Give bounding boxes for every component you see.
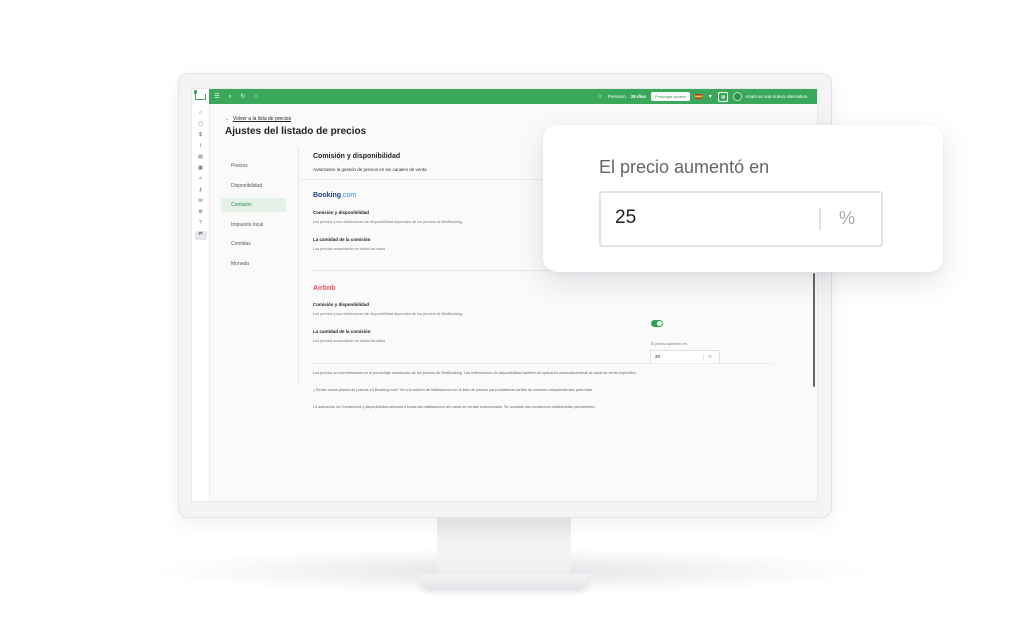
airbnb-row1-title: Comisión y disponibilidad: [313, 302, 370, 307]
airbnb-row2-title: La cantidad de la comisión: [313, 329, 371, 334]
grid-icon[interactable]: ▦: [197, 165, 204, 172]
booking-row1-title: Comisión y disponibilidad: [313, 210, 370, 215]
user-name: Anaïs es una nueva alternativa: [745, 94, 807, 99]
input-separator: [703, 354, 704, 360]
gear-icon[interactable]: ⚙: [197, 209, 204, 216]
user-menu[interactable]: Anaïs es una nueva alternativa: [733, 92, 807, 101]
note-3: La activación de Comisiones y disponibil…: [313, 405, 596, 409]
chevron-down-icon[interactable]: ▾: [707, 94, 713, 100]
zoom-input-value: 25: [615, 207, 637, 228]
scrollbar[interactable]: [813, 273, 815, 387]
help-icon[interactable]: ?: [197, 220, 204, 227]
spain-flag-icon[interactable]: [695, 94, 703, 99]
side-rail: ☆ ▢ $ ⌇ ▤ ▦ ✧ ⚷ ✉ ⚙ ? ⇄: [192, 104, 210, 501]
star-outline-icon[interactable]: ✧: [197, 176, 204, 183]
note-2: ¿Tienes varios planes de precios en Book…: [313, 388, 593, 392]
home-icon[interactable]: ⌂: [253, 94, 259, 100]
arrow-left-icon: ←: [225, 116, 230, 122]
zoom-callout-card: El precio aumentó en 25 %: [543, 125, 943, 272]
note-1: Los precios se incrementarán en el porce…: [313, 371, 636, 375]
search-icon[interactable]: ⌕: [227, 94, 233, 100]
airbnb-logo: Airbnb: [313, 285, 336, 292]
extend-access-button[interactable]: Prolongar acceso: [651, 92, 691, 101]
section-title: Comisión y disponibilidad: [313, 153, 401, 160]
refresh-icon[interactable]: ↻: [240, 94, 246, 100]
booking-row2-desc: Los precios aumentarán en todas las sala…: [313, 247, 386, 251]
nav-item-comision[interactable]: Comisión: [221, 198, 286, 212]
notes-divider: [312, 363, 774, 364]
dollar-icon[interactable]: $: [197, 132, 204, 139]
nav-item-impuesto-local[interactable]: Impuesto local: [221, 218, 286, 232]
booking-logo-main: Booking: [313, 192, 341, 199]
document-icon[interactable]: ▤: [197, 154, 204, 161]
section-description: Automatice la gestión de precios en los …: [313, 167, 427, 172]
booking-row1-desc: Los precios y las restricciones de dispo…: [313, 220, 463, 224]
app-logo[interactable]: [192, 89, 209, 104]
airbnb-commission-input[interactable]: 20 %: [650, 350, 720, 364]
key-icon[interactable]: ⚷: [197, 187, 204, 194]
nav-item-comidas[interactable]: Comidas: [221, 237, 286, 251]
premium-label: Premium: [607, 94, 626, 99]
premium-days: 28 días: [630, 94, 647, 99]
nav-item-disponibilidad[interactable]: Disponibilidad: [221, 179, 286, 193]
booking-logo: Booking.com: [313, 192, 356, 199]
monitor-base: [420, 574, 588, 590]
back-to-price-list-link[interactable]: ← Volver a la lista de precios: [225, 116, 291, 122]
nav-item-moneda[interactable]: Moneda: [221, 257, 286, 271]
menu-icon[interactable]: ☰: [214, 94, 220, 100]
monitor-neck: [437, 515, 571, 579]
zoom-input-separator: [819, 208, 821, 230]
top-bar: ☰ ⌕ ↻ ⌂ ☆ Premium 28 días Prolongar acce…: [209, 89, 817, 104]
calendar-icon[interactable]: ▢: [197, 121, 204, 128]
star-icon: ☆: [597, 93, 603, 100]
nav-item-precios[interactable]: Precios: [221, 159, 286, 173]
airbnb-toggle[interactable]: [651, 320, 663, 327]
settings-nav: Precios Disponibilidad Comisión Impuesto…: [221, 159, 286, 276]
page-title: Ajustes del listado de precios: [225, 126, 367, 137]
airbnb-row2-desc: Los precios aumentarán en todas las sala…: [313, 339, 386, 343]
nav-divider: [298, 148, 299, 383]
mail-icon[interactable]: ✉: [197, 198, 204, 205]
airbnb-input-unit: %: [708, 354, 713, 359]
bed-icon: [194, 89, 206, 100]
avatar: [733, 92, 743, 101]
calendar-icon[interactable]: ▦: [718, 91, 729, 102]
sync-icon[interactable]: ⇄: [194, 231, 207, 240]
airbnb-row1-desc: Los precios y las restricciones de dispo…: [313, 312, 463, 316]
booking-row2-title: La cantidad de la comisión: [313, 237, 371, 242]
footer-divider: [209, 501, 817, 502]
airbnb-input-value: 20: [655, 354, 661, 359]
zoom-input-unit: %: [839, 208, 856, 228]
zoom-input-label: El precio aumentó en: [599, 157, 770, 177]
airbnb-input-label: El precio aumentó en: [651, 342, 687, 346]
booking-logo-suffix: .com: [341, 192, 357, 199]
zoom-commission-input[interactable]: 25 %: [599, 191, 883, 247]
back-link-label: Volver a la lista de precios: [233, 116, 292, 122]
chart-icon[interactable]: ⌇: [197, 143, 204, 150]
star-icon[interactable]: ☆: [197, 110, 204, 117]
